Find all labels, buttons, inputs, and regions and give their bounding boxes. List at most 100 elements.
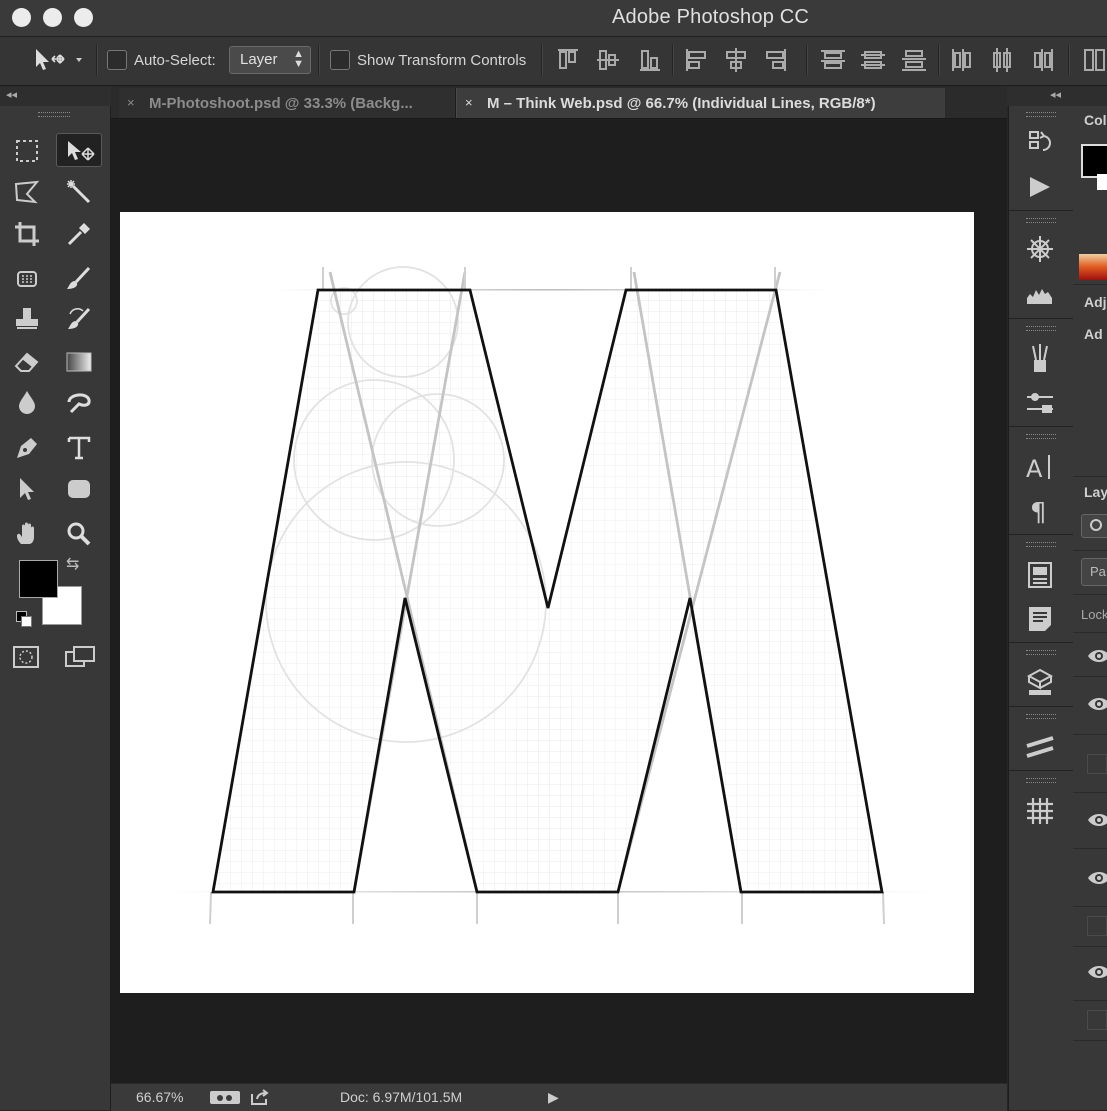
- distribute-horizontal-center-icon[interactable]: [990, 47, 1014, 73]
- show-transform-checkbox[interactable]: [330, 50, 350, 70]
- marquee-tool[interactable]: [4, 133, 50, 167]
- zoom-tool[interactable]: [56, 516, 102, 550]
- character-styles-icon[interactable]: [1025, 560, 1055, 590]
- tab-think-web[interactable]: × M – Think Web.psd @ 66.7% (Individual …: [456, 88, 945, 118]
- auto-select-checkbox[interactable]: [107, 50, 127, 70]
- align-top-icon[interactable]: [556, 47, 580, 73]
- move-tool[interactable]: [56, 133, 102, 167]
- align-left-icon[interactable]: [684, 47, 708, 73]
- screen-mode-icon[interactable]: [64, 644, 98, 670]
- eraser-tool[interactable]: [4, 344, 50, 378]
- healing-brush-tool[interactable]: [4, 261, 50, 295]
- zoom-window-button[interactable]: [74, 8, 93, 27]
- crop-icon: [15, 222, 39, 246]
- blur-tool[interactable]: [4, 384, 50, 418]
- brush-icon: [67, 266, 91, 289]
- minimize-window-button[interactable]: [43, 8, 62, 27]
- adjustments-panel-label[interactable]: Adj: [1084, 294, 1107, 310]
- visibility-toggle-empty[interactable]: [1087, 754, 1107, 774]
- gradient-icon: [66, 352, 92, 372]
- hand-tool[interactable]: [4, 516, 50, 550]
- status-menu-arrow-icon[interactable]: ▶: [548, 1089, 559, 1106]
- rounded-rectangle-icon: [68, 480, 90, 498]
- close-window-button[interactable]: [12, 8, 31, 27]
- tab-photoshoot[interactable]: × M-Photoshoot.psd @ 33.3% (Backg...: [119, 88, 456, 118]
- share-icon[interactable]: [249, 1088, 271, 1106]
- visibility-eye-icon[interactable]: [1087, 646, 1107, 666]
- align-bottom-icon[interactable]: [638, 47, 662, 73]
- show-transform-label: Show Transform Controls: [357, 52, 527, 69]
- 3d-icon[interactable]: [1025, 668, 1055, 698]
- visibility-eye-icon[interactable]: [1087, 810, 1107, 830]
- clone-stamp-tool[interactable]: [4, 302, 50, 336]
- auto-select-dropdown[interactable]: Layer ▲ ▼: [229, 46, 311, 74]
- history-brush-icon: [68, 307, 91, 329]
- hand-icon: [17, 522, 34, 544]
- collapse-right-icon[interactable]: ◂◂: [1050, 88, 1061, 101]
- gradient-tool[interactable]: [56, 344, 102, 378]
- move-tool-preset[interactable]: [30, 45, 90, 80]
- move-tool-icon: [36, 49, 82, 70]
- shape-tool[interactable]: [56, 471, 102, 505]
- magic-wand-tool[interactable]: [56, 174, 102, 208]
- type-tool[interactable]: [56, 430, 102, 464]
- auto-select-value: Layer: [240, 51, 278, 68]
- tab-close-icon[interactable]: ×: [465, 95, 473, 110]
- timeline-grid-icon[interactable]: [1025, 796, 1055, 826]
- histogram-icon[interactable]: [1025, 280, 1055, 310]
- collapse-left-icon[interactable]: ◂◂: [6, 88, 17, 101]
- paragraph-icon[interactable]: ¶: [1025, 496, 1055, 526]
- magic-wand-icon: [67, 180, 91, 204]
- blend-mode-select[interactable]: Pa: [1081, 558, 1107, 586]
- eyedropper-tool[interactable]: [56, 216, 102, 250]
- zoom-icon: [67, 522, 91, 546]
- distribute-right-icon[interactable]: [1031, 47, 1055, 73]
- visibility-toggle-empty[interactable]: [1087, 916, 1107, 936]
- tab-label: M-Photoshoot.psd @ 33.3% (Backg...: [149, 95, 413, 112]
- distribute-left-icon[interactable]: [950, 47, 974, 73]
- visibility-eye-icon[interactable]: [1087, 694, 1107, 714]
- history-icon[interactable]: [1025, 128, 1055, 158]
- panel-background-swatch[interactable]: [1097, 174, 1107, 190]
- swap-colors-icon[interactable]: ⇆: [66, 554, 79, 574]
- actions-play-icon[interactable]: [1025, 172, 1055, 202]
- dodge-icon: [67, 393, 91, 414]
- clone-source-icon[interactable]: [1025, 732, 1055, 762]
- brush-presets-icon[interactable]: [1025, 342, 1055, 376]
- lasso-tool[interactable]: [4, 174, 50, 208]
- zoom-level[interactable]: 66.67%: [136, 1089, 183, 1105]
- layer-filter-search[interactable]: [1081, 514, 1107, 538]
- paragraph-styles-icon[interactable]: [1025, 604, 1055, 634]
- brush-tool[interactable]: [56, 261, 102, 295]
- navigator-helm-icon[interactable]: [1025, 234, 1055, 264]
- tool-presets-icon[interactable]: [1025, 388, 1055, 418]
- color-ramp[interactable]: [1079, 254, 1107, 280]
- canvas-area[interactable]: [111, 119, 1007, 1083]
- path-selection-tool[interactable]: [4, 471, 50, 505]
- pen-icon: [17, 438, 37, 458]
- document-canvas[interactable]: [120, 212, 974, 993]
- foreground-color-swatch[interactable]: [19, 560, 58, 598]
- panel-dock: A ¶: [1008, 106, 1074, 1110]
- character-icon[interactable]: A: [1025, 452, 1055, 482]
- distribute-bottom-icon[interactable]: [901, 47, 927, 73]
- history-brush-tool[interactable]: [56, 302, 102, 336]
- tab-close-icon[interactable]: ×: [127, 95, 135, 110]
- align-horizontal-center-icon[interactable]: [724, 47, 748, 73]
- distribute-vertical-center-icon[interactable]: [860, 47, 886, 73]
- crop-tool[interactable]: [4, 216, 50, 250]
- visibility-eye-icon[interactable]: [1087, 962, 1107, 982]
- cloud-sync-icon[interactable]: [209, 1088, 241, 1106]
- auto-align-icon[interactable]: [1082, 47, 1107, 73]
- align-right-icon[interactable]: [764, 47, 788, 73]
- visibility-toggle-empty[interactable]: [1087, 1010, 1107, 1030]
- quick-mask-icon[interactable]: [12, 644, 42, 670]
- align-vertical-center-icon[interactable]: [596, 47, 620, 73]
- pen-tool[interactable]: [4, 430, 50, 464]
- layers-panel-label[interactable]: Lay: [1084, 484, 1107, 500]
- color-panel-label[interactable]: Col: [1084, 112, 1107, 128]
- visibility-eye-icon[interactable]: [1087, 868, 1107, 888]
- dodge-tool[interactable]: [56, 384, 102, 418]
- distribute-top-icon[interactable]: [820, 47, 846, 73]
- panel-foreground-swatch[interactable]: [1081, 144, 1107, 178]
